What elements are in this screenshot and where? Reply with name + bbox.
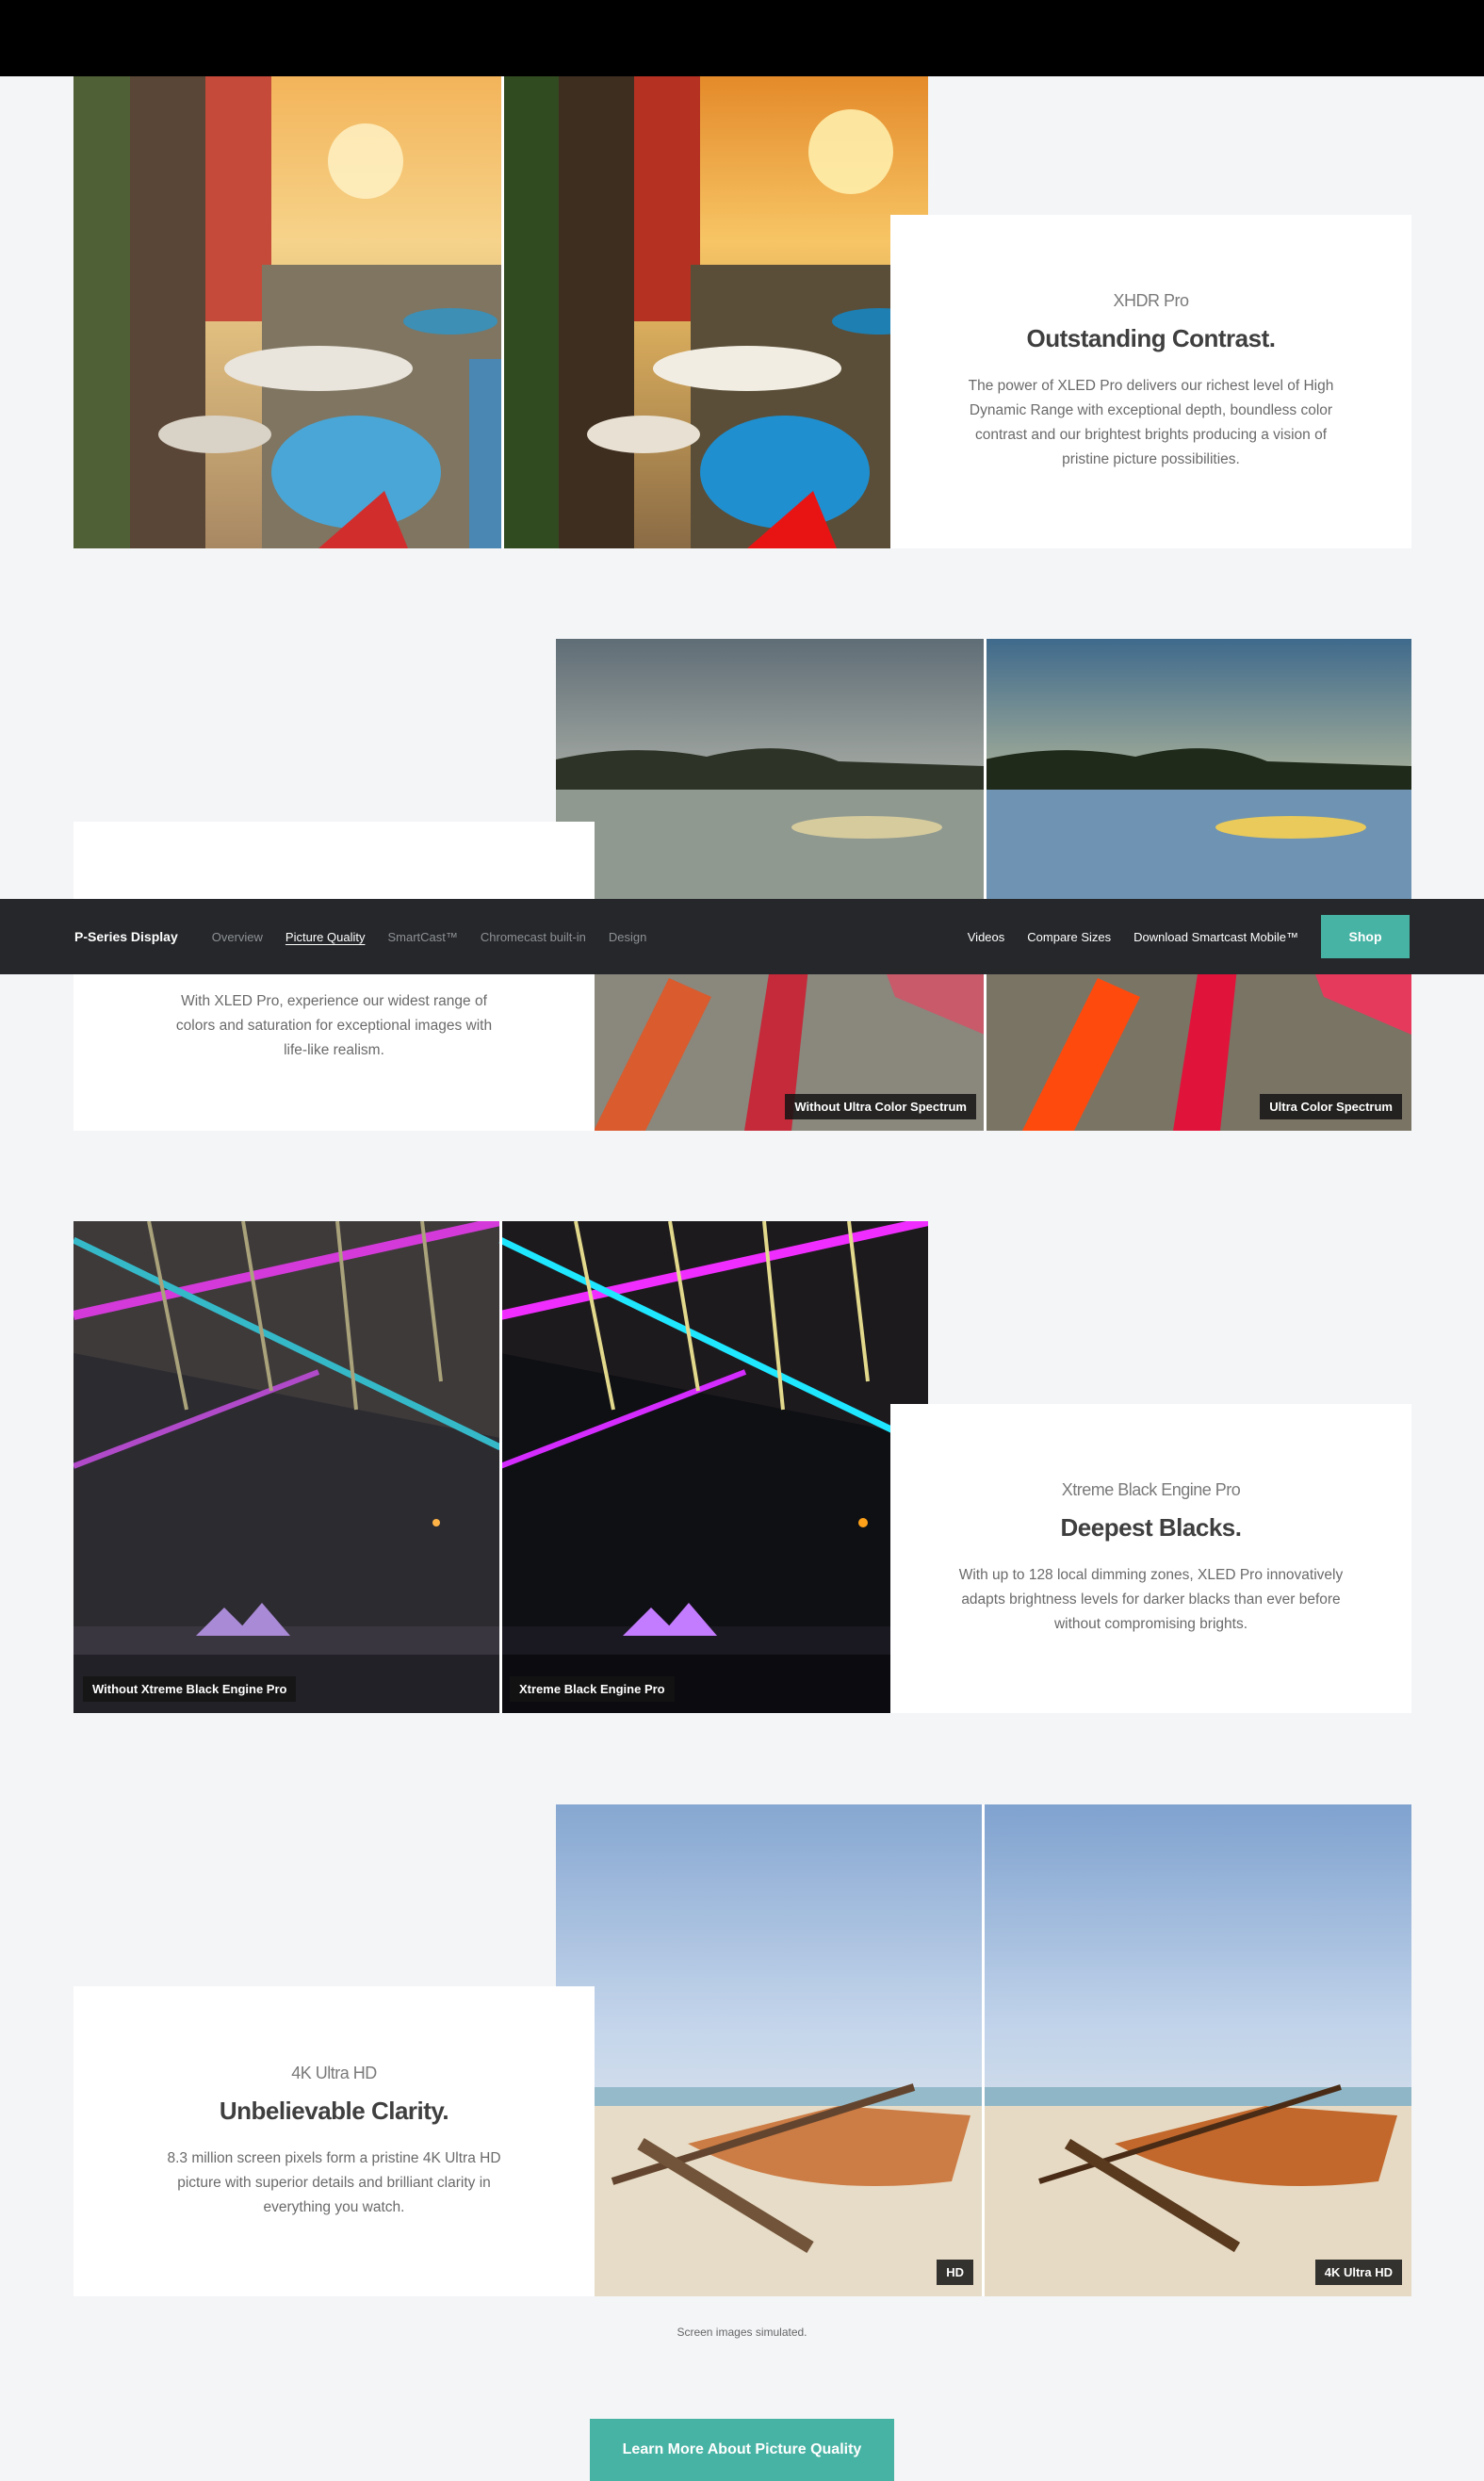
section-heading: Unbelievable Clarity. xyxy=(219,2096,449,2125)
section-eyebrow: XHDR Pro xyxy=(1113,291,1189,310)
nav-link-download-smartcast[interactable]: Download Smartcast Mobile™ xyxy=(1133,930,1298,944)
sticky-product-nav: P-Series Display Overview Picture Qualit… xyxy=(0,899,1484,974)
nav-link-picture-quality[interactable]: Picture Quality xyxy=(285,930,366,944)
bridge-comparison-image: Without Xtreme Black Engine Pro Xtreme B… xyxy=(73,1221,928,1713)
learn-more-button[interactable]: Learn More About Picture Quality xyxy=(590,2419,894,2481)
section-body: With up to 128 local dimming zones, XLED… xyxy=(958,1567,1344,1632)
nav-link-overview[interactable]: Overview xyxy=(212,930,263,944)
top-black-bar xyxy=(0,0,1484,76)
badge-4k-ultra-hd: 4K Ultra HD xyxy=(1314,2260,1402,2285)
badge-with-color: Ultra Color Spectrum xyxy=(1260,1094,1402,1119)
badge-without-blacks: Without Xtreme Black Engine Pro xyxy=(83,1676,297,1702)
nav-link-smartcast[interactable]: SmartCast™ xyxy=(387,930,457,944)
nav-link-compare-sizes[interactable]: Compare Sizes xyxy=(1027,930,1111,944)
section-eyebrow: Xtreme Black Engine Pro xyxy=(1061,1480,1241,1499)
section-body: With XLED Pro, experience our widest ran… xyxy=(175,993,493,1058)
badge-with-blacks: Xtreme Black Engine Pro xyxy=(510,1676,675,1702)
lake-comparison-image: Without Ultra Color Spectrum Ultra Color… xyxy=(556,639,1411,1131)
badge-without-color: Without Ultra Color Spectrum xyxy=(785,1094,976,1119)
nav-link-videos[interactable]: Videos xyxy=(968,930,1005,944)
section-eyebrow: 4K Ultra HD xyxy=(291,2063,377,2082)
footnote: Screen images simulated. xyxy=(677,2326,807,2339)
harbor-comparison-image xyxy=(73,76,928,548)
section-blacks-card: Xtreme Black Engine Pro Deepest Blacks. … xyxy=(890,1404,1411,1713)
section-heading: Deepest Blacks. xyxy=(1060,1513,1242,1542)
nav-link-chromecast[interactable]: Chromecast built-in xyxy=(481,930,586,944)
section-contrast-card: XHDR Pro Outstanding Contrast. The power… xyxy=(890,215,1411,548)
beach-comparison-image: HD 4K Ultra HD xyxy=(556,1804,1411,2296)
nav-brand[interactable]: P-Series Display xyxy=(74,929,178,944)
shop-button[interactable]: Shop xyxy=(1321,915,1410,958)
nav-link-design[interactable]: Design xyxy=(609,930,646,944)
section-body: 8.3 million screen pixels form a pristin… xyxy=(167,2149,501,2215)
section-color-card: With XLED Pro, experience our widest ran… xyxy=(73,822,595,1131)
badge-hd: HD xyxy=(937,2260,973,2285)
section-heading: Outstanding Contrast. xyxy=(1026,324,1276,352)
section-body: The power of XLED Pro delivers our riche… xyxy=(968,378,1334,467)
section-clarity-card: 4K Ultra HD Unbelievable Clarity. 8.3 mi… xyxy=(73,1986,595,2296)
